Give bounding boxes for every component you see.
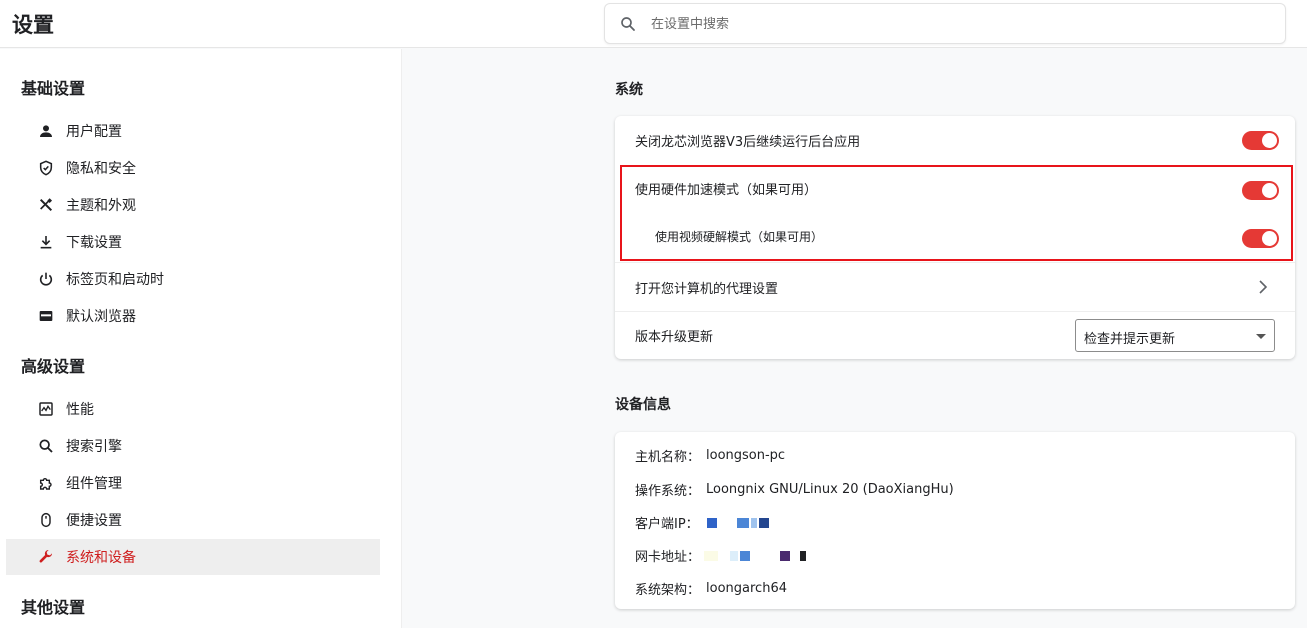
browser-icon: [37, 307, 55, 325]
puzzle-icon: [37, 474, 55, 492]
sidebar-item-label: 用户配置: [66, 124, 122, 140]
sidebar-item-accessibility[interactable]: 便捷设置: [6, 502, 380, 538]
sidebar-item-user-profile[interactable]: 用户配置: [6, 113, 380, 149]
info-key: 网卡地址：: [635, 550, 701, 565]
sidebar-item-downloads[interactable]: 下载设置: [6, 224, 380, 260]
power-icon: [37, 270, 55, 288]
sidebar-item-label: 组件管理: [66, 476, 122, 492]
info-row-client-ip: 客户端IP：: [635, 513, 771, 532]
mouse-icon: [37, 511, 55, 529]
setting-label: 版本升级更新: [635, 330, 714, 345]
sidebar-item-label: 系统和设备: [66, 550, 136, 566]
sidebar-item-label: 下载设置: [66, 235, 122, 251]
info-value: loongson-pc: [706, 448, 786, 463]
hardware-acceleration-toggle[interactable]: [1242, 181, 1279, 200]
search-icon: [621, 17, 635, 31]
sidebar: 基础设置 用户配置 隐私和安全 主题和外观 下载设置 标签页和启动时 默认浏览器: [0, 49, 402, 628]
section-title-other: 其他设置: [21, 598, 86, 617]
setting-row-hardware-acceleration: 使用硬件加速模式（如果可用）: [615, 164, 1295, 212]
sidebar-item-label: 默认浏览器: [66, 309, 136, 325]
sidebar-item-default-browser[interactable]: 默认浏览器: [6, 298, 380, 334]
performance-icon: [37, 400, 55, 418]
sidebar-item-label: 隐私和安全: [66, 161, 136, 177]
wrench-icon: [37, 548, 55, 566]
sidebar-item-label: 搜索引擎: [66, 439, 122, 455]
setting-row-background-apps: 关闭龙芯浏览器V3后继续运行后台应用: [615, 116, 1295, 164]
caret-down-icon: [1256, 334, 1266, 339]
setting-label: 关闭龙芯浏览器V3后继续运行后台应用: [635, 134, 861, 150]
select-value: 检查并提示更新: [1084, 332, 1176, 347]
redacted-value: [704, 550, 808, 561]
download-icon: [37, 233, 55, 251]
redacted-value: [706, 517, 771, 528]
setting-label: 打开您计算机的代理设置: [635, 281, 779, 297]
sidebar-item-performance[interactable]: 性能: [6, 391, 380, 427]
system-section-title: 系统: [615, 82, 643, 98]
person-icon: [37, 122, 55, 140]
info-row-os: 操作系统： Loongnix GNU/Linux 20 (DaoXiangHu): [635, 480, 954, 499]
sidebar-item-tabs-startup[interactable]: 标签页和启动时: [6, 261, 380, 297]
brush-icon: [37, 196, 55, 214]
setting-label: 使用视频硬解模式（如果可用）: [655, 229, 824, 244]
setting-row-version-update: 版本升级更新 检查并提示更新: [615, 312, 1295, 359]
sidebar-item-label: 便捷设置: [66, 513, 122, 529]
setting-label: 使用硬件加速模式（如果可用）: [635, 182, 818, 198]
info-value: Loongnix GNU/Linux 20 (DaoXiangHu): [706, 482, 954, 497]
sidebar-item-extensions[interactable]: 组件管理: [6, 465, 380, 501]
info-value: loongarch64: [706, 581, 787, 596]
update-mode-select[interactable]: 检查并提示更新: [1075, 319, 1275, 352]
background-apps-toggle[interactable]: [1242, 131, 1279, 150]
header-bar: 设置: [0, 0, 1307, 48]
proxy-settings-link[interactable]: 打开您计算机的代理设置: [615, 263, 1295, 311]
info-row-mac: 网卡地址：: [635, 546, 808, 565]
system-card: 关闭龙芯浏览器V3后继续运行后台应用 使用硬件加速模式（如果可用） 使用视频硬解…: [615, 116, 1295, 359]
sidebar-item-search-engine[interactable]: 搜索引擎: [6, 428, 380, 464]
search-input[interactable]: [651, 13, 1251, 35]
sidebar-item-system-devices[interactable]: 系统和设备: [6, 539, 380, 575]
sidebar-item-label: 标签页和启动时: [66, 272, 164, 288]
sidebar-item-privacy-security[interactable]: 隐私和安全: [6, 150, 380, 186]
chevron-right-icon: [1259, 280, 1268, 294]
sidebar-item-theme-appearance[interactable]: 主题和外观: [6, 187, 380, 223]
section-title-advanced: 高级设置: [21, 357, 86, 376]
device-info-section-title: 设备信息: [615, 397, 671, 413]
section-title-basic: 基础设置: [21, 79, 86, 98]
sidebar-item-label: 主题和外观: [66, 198, 136, 214]
info-row-hostname: 主机名称： loongson-pc: [635, 446, 785, 465]
shield-icon: [37, 159, 55, 177]
info-key: 操作系统：: [635, 484, 701, 499]
video-decode-toggle[interactable]: [1242, 229, 1279, 248]
search-icon: [37, 437, 55, 455]
sidebar-item-label: 性能: [66, 402, 94, 418]
info-key: 主机名称：: [635, 450, 701, 465]
page-title: 设置: [12, 13, 54, 37]
info-key: 客户端IP：: [635, 517, 699, 532]
device-info-card: 主机名称： loongson-pc 操作系统： Loongnix GNU/Lin…: [615, 432, 1295, 609]
search-box[interactable]: [604, 3, 1286, 44]
setting-row-video-decode: 使用视频硬解模式（如果可用）: [615, 212, 1295, 260]
info-row-architecture: 系统架构： loongarch64: [635, 579, 787, 598]
info-key: 系统架构：: [635, 583, 701, 598]
